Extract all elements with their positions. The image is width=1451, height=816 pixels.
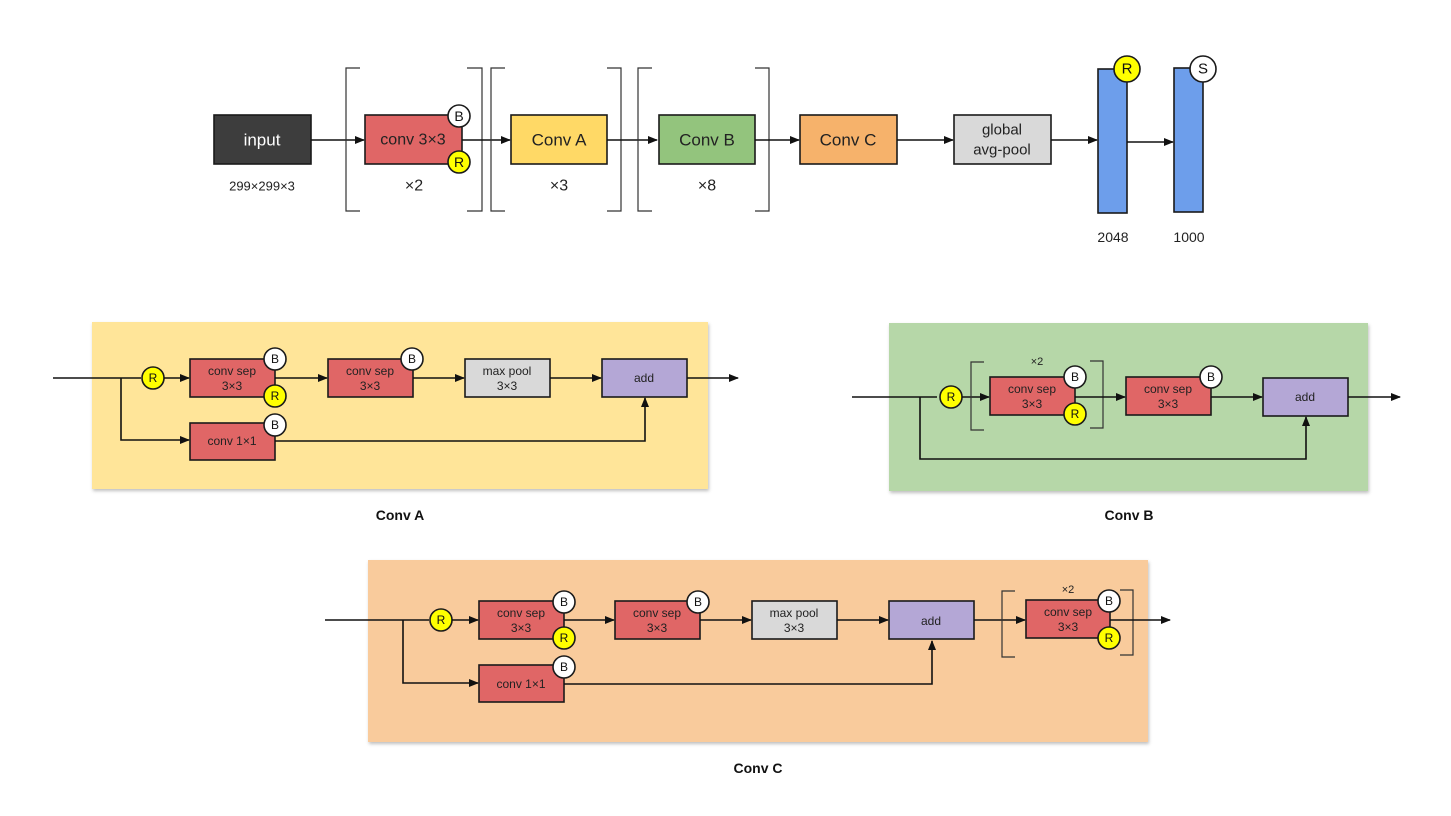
conv-b-repeat-label: ×8 (698, 178, 716, 195)
relu-badge: R (1063, 402, 1087, 426)
conv-b-detail: R ×2 conv sep 3×3 B R conv sep 3×3 B add… (852, 323, 1401, 523)
global-pool-line1: global (982, 122, 1022, 139)
conv-a-label: Conv A (532, 131, 587, 150)
batchnorm-badge: B (1063, 365, 1087, 389)
svg-text:S: S (1198, 61, 1208, 78)
batchnorm-badge: B (1199, 365, 1223, 389)
conv-c-label: Conv C (820, 131, 877, 150)
batchnorm-badge: B (686, 590, 710, 614)
conv-b-sep1-line1: conv sep (1008, 382, 1056, 396)
conv-a-maxpool-line1: max pool (483, 364, 532, 378)
conv-a-sep2-line2: 3×3 (360, 379, 381, 393)
svg-text:B: B (271, 352, 279, 366)
relu-badge: R (263, 384, 287, 408)
svg-text:B: B (560, 595, 568, 609)
svg-text:B: B (560, 660, 568, 674)
conv-c-maxpool-line2: 3×3 (784, 621, 805, 635)
conv-c-sep2-line1: conv sep (633, 606, 681, 620)
relu-badge: R (1113, 55, 1141, 83)
conv-c-sep1-line1: conv sep (497, 606, 545, 620)
conv-c-shortcut-label: conv 1×1 (496, 677, 545, 691)
conv-c-sep3-line2: 3×3 (1058, 620, 1079, 634)
svg-text:B: B (694, 595, 702, 609)
conv-a-sep1-line1: conv sep (208, 364, 256, 378)
softmax-badge: S (1189, 55, 1217, 83)
architecture-diagram: input 299×299×3 conv 3×3 B R ×2 Conv A ×… (53, 55, 1401, 776)
conv-a-maxpool-line2: 3×3 (497, 379, 518, 393)
batchnorm-badge: B (1097, 589, 1121, 613)
conv-b-sep2-line1: conv sep (1144, 382, 1192, 396)
batchnorm-badge: B (263, 347, 287, 371)
relu-badge: R (447, 150, 471, 174)
conv-c-add-label: add (921, 614, 941, 628)
global-pool-line2: avg-pool (973, 142, 1031, 159)
batchnorm-badge: B (400, 347, 424, 371)
svg-text:B: B (454, 108, 463, 124)
main-pipeline: input 299×299×3 conv 3×3 B R ×2 Conv A ×… (213, 55, 1217, 245)
conv-c-panel (368, 560, 1148, 742)
conv-c-repeat-label: ×2 (1062, 584, 1075, 596)
dense-1000-node (1173, 67, 1204, 213)
conv-a-shortcut-label: conv 1×1 (207, 434, 256, 448)
svg-text:R: R (947, 390, 956, 404)
svg-text:B: B (1071, 370, 1079, 384)
conv-b-sep1-line2: 3×3 (1022, 397, 1043, 411)
svg-text:R: R (1071, 407, 1080, 421)
conv-c-detail: R conv sep 3×3 B R conv sep 3×3 B max po… (325, 560, 1171, 776)
conv-c-maxpool-line1: max pool (770, 606, 819, 620)
stem-repeat-label: ×2 (405, 178, 423, 195)
svg-text:B: B (271, 418, 279, 432)
svg-text:R: R (437, 613, 446, 627)
dense-2048-units: 2048 (1097, 229, 1128, 245)
conv-a-sep1-line2: 3×3 (222, 379, 243, 393)
svg-text:R: R (1122, 61, 1133, 78)
svg-text:B: B (408, 352, 416, 366)
conv-a-add-label: add (634, 371, 654, 385)
svg-text:R: R (1105, 631, 1114, 645)
conv-b-label: Conv B (679, 131, 735, 150)
conv-a-caption: Conv A (376, 507, 424, 523)
svg-text:B: B (1105, 594, 1113, 608)
svg-text:R: R (149, 371, 158, 385)
svg-text:B: B (1207, 370, 1215, 384)
relu-badge: R (1097, 626, 1121, 650)
conv-c-caption: Conv C (734, 760, 783, 776)
input-shape-label: 299×299×3 (229, 179, 295, 194)
relu-badge: R (141, 366, 165, 390)
conv-c-sep2-line2: 3×3 (647, 621, 668, 635)
dense-1000-units: 1000 (1173, 229, 1204, 245)
conv-c-sep1-line2: 3×3 (511, 621, 532, 635)
conv-a-sep2-line1: conv sep (346, 364, 394, 378)
conv-b-caption: Conv B (1105, 507, 1154, 523)
conv-a-repeat-label: ×3 (550, 178, 568, 195)
conv-b-add-label: add (1295, 390, 1315, 404)
batchnorm-badge: B (447, 104, 471, 128)
batchnorm-badge: B (552, 655, 576, 679)
relu-badge: R (939, 385, 963, 409)
batchnorm-badge: B (263, 413, 287, 437)
svg-text:R: R (271, 389, 280, 403)
conv-b-sep2-line2: 3×3 (1158, 397, 1179, 411)
conv-a-detail: R conv sep 3×3 B R conv sep 3×3 B max po… (53, 322, 739, 523)
relu-badge: R (552, 626, 576, 650)
conv-a-panel (92, 322, 708, 489)
batchnorm-badge: B (552, 590, 576, 614)
stem-conv-label: conv 3×3 (380, 132, 445, 149)
conv-b-repeat-label: ×2 (1031, 356, 1044, 368)
dense-2048-node (1097, 68, 1128, 214)
svg-text:R: R (560, 631, 569, 645)
svg-text:R: R (454, 154, 464, 170)
relu-badge: R (429, 608, 453, 632)
input-label: input (244, 131, 281, 150)
conv-c-sep3-line1: conv sep (1044, 605, 1092, 619)
